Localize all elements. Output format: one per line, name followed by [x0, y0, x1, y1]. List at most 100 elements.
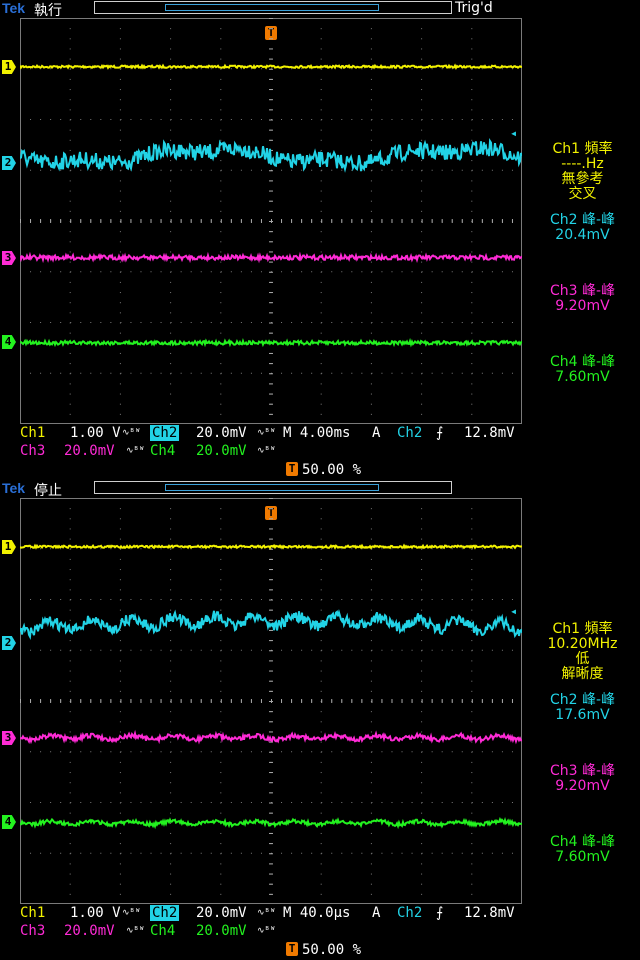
- bw-limit-icon: ∿ᴮᵂ: [126, 446, 145, 456]
- ch4-ground-marker[interactable]: 4: [2, 815, 16, 829]
- measure-value: ----.Hz: [561, 156, 604, 172]
- measure-value: 10.20MHz: [547, 636, 618, 652]
- ch2-label[interactable]: Ch2: [150, 425, 180, 441]
- scope-screen-2: Tek 停止 T 1 2 3 4 ◂ Ch1 頻率 10.20MHz 低 解晰度…: [0, 480, 640, 960]
- measure-value: 9.20mV: [555, 778, 610, 794]
- measure-note: 交叉: [568, 186, 597, 202]
- ch3-scale: 20.0mV: [64, 443, 115, 459]
- ch3-label[interactable]: Ch3: [20, 443, 45, 459]
- ch2-waveform: [20, 608, 522, 641]
- bw-limit-icon: ∿ᴮᵂ: [122, 428, 141, 438]
- ch1-frequency-measurement: Ch1 頻率 10.20MHz 低 解晰度: [525, 622, 640, 682]
- measure-label: Ch2 峰-峰: [549, 692, 616, 708]
- ch4-scale: 20.0mV: [196, 443, 247, 459]
- ch2-pk-pk-measurement: Ch2 峰-峰 20.4mV: [525, 213, 640, 243]
- bw-limit-icon: ∿ᴮᵂ: [257, 446, 276, 456]
- ch1-label[interactable]: Ch1: [20, 425, 45, 441]
- measure-label: Ch4 峰-峰: [549, 834, 616, 850]
- ch1-frequency-measurement: Ch1 頻率 ----.Hz 無參考 交叉: [525, 142, 640, 202]
- measure-note: 無參考: [561, 171, 604, 187]
- ch2-ground-marker[interactable]: 2: [2, 156, 16, 170]
- tek-logo: Tek: [2, 0, 26, 16]
- trigger-level[interactable]: 12.8mV: [464, 905, 515, 921]
- ch1-waveform: [20, 63, 522, 70]
- scope-screen-1: Tek 執行 Trig'd T 1 2 3 4 ◂ Ch1 頻率 ----.Hz…: [0, 0, 640, 480]
- status-bar: Tek 執行 Trig'd: [0, 0, 640, 20]
- trigger-position-value: 50.00 %: [302, 942, 362, 958]
- ch4-scale: 20.0mV: [196, 923, 247, 939]
- measure-value: 7.60mV: [555, 369, 610, 385]
- measure-value: 17.6mV: [555, 707, 610, 723]
- ch4-ground-marker[interactable]: 4: [2, 335, 16, 349]
- tek-logo: Tek: [2, 480, 26, 496]
- ch1-ground-marker[interactable]: 1: [2, 60, 16, 74]
- ch3-ground-marker[interactable]: 3: [2, 731, 16, 745]
- record-length-bar: [94, 1, 452, 14]
- ch4-pk-pk-measurement: Ch4 峰-峰 7.60mV: [525, 355, 640, 385]
- ch3-ground-marker[interactable]: 3: [2, 251, 16, 265]
- ch3-waveform: [20, 729, 522, 745]
- status-bar: Tek 停止: [0, 480, 640, 500]
- trigger-level[interactable]: 12.8mV: [464, 425, 515, 441]
- ch3-scale: 20.0mV: [64, 923, 115, 939]
- measure-note: 低: [575, 651, 590, 667]
- ch1-scale: 1.00 V: [70, 425, 121, 441]
- measure-value: 7.60mV: [555, 849, 610, 865]
- measure-label: Ch1 頻率: [552, 141, 613, 157]
- bw-limit-icon: ∿ᴮᵂ: [122, 908, 141, 918]
- graticule: [20, 498, 522, 904]
- trigger-position-icon: T: [286, 942, 298, 956]
- measure-value: 20.4mV: [555, 227, 610, 243]
- measure-label: Ch1 頻率: [552, 621, 613, 637]
- run-state[interactable]: 停止: [34, 480, 62, 500]
- measure-value: 9.20mV: [555, 298, 610, 314]
- trigger-source[interactable]: Ch2: [397, 425, 422, 441]
- ch1-scale: 1.00 V: [70, 905, 121, 921]
- measure-label: Ch3 峰-峰: [549, 283, 616, 299]
- ch2-label[interactable]: Ch2: [150, 905, 180, 921]
- ch4-label[interactable]: Ch4: [150, 923, 175, 939]
- acquisition-mode: A: [372, 425, 381, 441]
- trigger-slope-icon: ⨍: [436, 905, 444, 921]
- trigger-status: Trig'd: [455, 0, 493, 16]
- ch2-scale: 20.0mV: [196, 425, 247, 441]
- measure-note: 解晰度: [561, 666, 604, 682]
- ch1-waveform: [20, 543, 522, 550]
- ch4-label[interactable]: Ch4: [150, 443, 175, 459]
- trigger-position-readout: T 50.00 %: [286, 462, 361, 478]
- bw-limit-icon: ∿ᴮᵂ: [257, 926, 276, 936]
- trigger-position-readout: T 50.00 %: [286, 942, 361, 958]
- ch3-waveform: [20, 251, 522, 264]
- ch4-waveform: [20, 337, 522, 348]
- measure-label: Ch3 峰-峰: [549, 763, 616, 779]
- bw-limit-icon: ∿ᴮᵂ: [257, 908, 276, 918]
- ch3-pk-pk-measurement: Ch3 峰-峰 9.20mV: [525, 284, 640, 314]
- trigger-level-icon: ◂: [510, 126, 518, 140]
- measure-label: Ch4 峰-峰: [549, 354, 616, 370]
- ch1-ground-marker[interactable]: 1: [2, 540, 16, 554]
- ch3-pk-pk-measurement: Ch3 峰-峰 9.20mV: [525, 764, 640, 794]
- ch4-pk-pk-measurement: Ch4 峰-峰 7.60mV: [525, 835, 640, 865]
- run-state[interactable]: 執行: [34, 0, 62, 20]
- trigger-position-value: 50.00 %: [302, 462, 362, 478]
- record-length-bar: [94, 481, 452, 494]
- ch1-label[interactable]: Ch1: [20, 905, 45, 921]
- ch2-scale: 20.0mV: [196, 905, 247, 921]
- acquisition-mode: A: [372, 905, 381, 921]
- bw-limit-icon: ∿ᴮᵂ: [257, 428, 276, 438]
- trigger-level-icon: ◂: [510, 604, 518, 618]
- measure-label: Ch2 峰-峰: [549, 212, 616, 228]
- trigger-slope-icon: ⨍: [436, 425, 444, 441]
- ch2-ground-marker[interactable]: 2: [2, 636, 16, 650]
- record-view-window: [165, 484, 379, 491]
- trigger-position-icon: T: [286, 462, 298, 476]
- ch3-label[interactable]: Ch3: [20, 923, 45, 939]
- ch2-waveform: [20, 137, 522, 173]
- timebase[interactable]: M 40.0µs: [283, 905, 350, 921]
- graticule: [20, 18, 522, 424]
- bw-limit-icon: ∿ᴮᵂ: [126, 926, 145, 936]
- record-view-window: [165, 4, 379, 11]
- timebase[interactable]: M 4.00ms: [283, 425, 350, 441]
- ch2-pk-pk-measurement: Ch2 峰-峰 17.6mV: [525, 693, 640, 723]
- trigger-source[interactable]: Ch2: [397, 905, 422, 921]
